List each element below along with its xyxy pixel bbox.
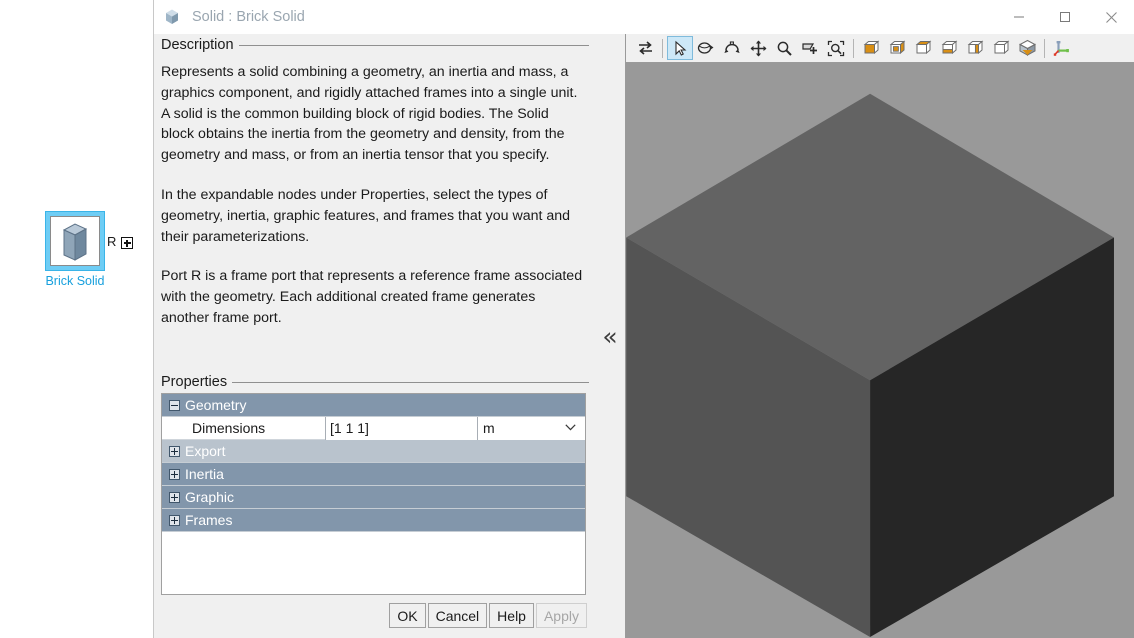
dimensions-input[interactable] <box>326 420 477 436</box>
dialog-button-row: OK Cancel Help Apply <box>154 595 595 638</box>
maximize-icon <box>1060 12 1070 22</box>
view-right-icon[interactable] <box>936 36 962 60</box>
solid-preview-cube <box>626 93 1114 638</box>
show-axes-icon[interactable] <box>1049 36 1075 60</box>
cancel-button[interactable]: Cancel <box>427 603 488 628</box>
properties-group-label: Properties <box>161 374 228 390</box>
rotate-view-icon[interactable] <box>693 36 719 60</box>
properties-tree-wrap: Geometry Dimensions m <box>154 393 595 595</box>
view-isometric-icon[interactable] <box>1014 36 1040 60</box>
property-row-export[interactable]: Export <box>162 440 585 463</box>
dimensions-unit-select[interactable]: m <box>477 416 585 440</box>
property-label: Inertia <box>185 466 224 482</box>
close-icon <box>1105 11 1117 23</box>
description-group-rule <box>238 44 589 46</box>
dialog-body: Description Represents a solid combining… <box>154 34 1134 638</box>
description-text-area: Represents a solid combining a geometry,… <box>154 56 595 371</box>
block-port-label: R <box>107 234 117 249</box>
view-left-icon[interactable] <box>910 36 936 60</box>
ok-button[interactable]: OK <box>389 603 426 628</box>
expand-plus-icon[interactable] <box>169 491 180 503</box>
property-row-geometry[interactable]: Geometry <box>162 394 585 417</box>
chevron-double-left-icon: « <box>602 321 618 351</box>
solid-preview-viewer: Z Y X <box>625 34 1134 638</box>
property-label: Graphic <box>185 489 235 505</box>
cube-icon <box>166 9 178 24</box>
viewer-toolbar <box>626 34 1134 63</box>
property-label: Export <box>185 443 226 459</box>
properties-empty-space <box>162 532 585 594</box>
property-row-frames[interactable]: Frames <box>162 509 585 532</box>
solid-block-dialog: Solid : Brick Solid Description Represen… <box>153 0 1134 638</box>
description-group-label: Description <box>161 37 234 53</box>
left-parameter-panel: Description Represents a solid combining… <box>154 34 595 638</box>
property-row-graphic[interactable]: Graphic <box>162 486 585 509</box>
view-bottom-icon[interactable] <box>988 36 1014 60</box>
property-row-inertia[interactable]: Inertia <box>162 463 585 486</box>
view-top-icon[interactable] <box>962 36 988 60</box>
dialog-titlebar: Solid : Brick Solid <box>154 0 1134 34</box>
description-paragraph: Represents a solid combining a geometry,… <box>161 64 578 164</box>
maximize-button[interactable] <box>1042 0 1088 34</box>
expand-plus-icon[interactable] <box>169 445 180 457</box>
brick-solid-block[interactable]: R Brick Solid <box>45 211 133 288</box>
panel-collapse-handle[interactable]: « <box>595 34 625 638</box>
block-port-connector[interactable] <box>121 237 133 249</box>
select-cursor-icon[interactable] <box>667 36 693 60</box>
collapse-minus-icon[interactable] <box>169 399 180 411</box>
help-button[interactable]: Help <box>489 603 534 628</box>
view-front-icon[interactable] <box>858 36 884 60</box>
close-button[interactable] <box>1088 0 1134 34</box>
property-row-dimensions[interactable]: Dimensions m <box>162 416 585 440</box>
apply-button: Apply <box>535 603 587 628</box>
minimize-button[interactable] <box>996 0 1042 34</box>
property-label: Geometry <box>185 397 247 413</box>
block-name-label: Brick Solid <box>45 274 105 288</box>
chevron-down-icon <box>565 423 576 430</box>
pan-icon[interactable] <box>745 36 771 60</box>
toolbar-separator <box>1044 38 1045 58</box>
zoom-icon[interactable] <box>771 36 797 60</box>
swap-sides-icon[interactable] <box>632 36 658 60</box>
brick-solid-glyph <box>62 223 88 261</box>
zoom-in-box-icon[interactable] <box>797 36 823 60</box>
description-paragraph: In the expandable nodes under Properties… <box>161 186 571 245</box>
property-label: Dimensions <box>192 420 266 436</box>
property-label: Frames <box>185 512 233 528</box>
unit-value: m <box>483 420 495 436</box>
dialog-title: Solid : Brick Solid <box>192 9 305 25</box>
toolbar-separator <box>662 38 663 58</box>
viewer-canvas[interactable]: Z Y X <box>626 63 1134 638</box>
fit-to-view-icon[interactable] <box>823 36 849 60</box>
orbit-icon[interactable] <box>719 36 745 60</box>
properties-tree: Geometry Dimensions m <box>161 393 586 595</box>
properties-group-rule <box>232 381 589 383</box>
description-group-header: Description <box>154 34 595 56</box>
dimensions-value-cell[interactable] <box>325 416 477 440</box>
expand-plus-icon[interactable] <box>169 514 180 526</box>
toolbar-separator <box>853 38 854 58</box>
expand-plus-icon[interactable] <box>169 468 180 480</box>
properties-group-header: Properties <box>154 371 595 393</box>
description-paragraph: Port R is a frame port that represents a… <box>161 268 583 326</box>
view-back-icon[interactable] <box>884 36 910 60</box>
minimize-icon <box>1014 16 1024 18</box>
